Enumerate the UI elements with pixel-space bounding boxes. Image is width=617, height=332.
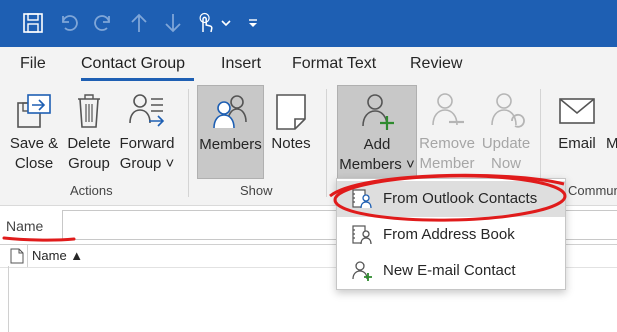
add-members-button[interactable]: Add Members ˅	[337, 85, 417, 179]
notes-button[interactable]: Notes	[266, 85, 316, 179]
save-close-label-2: Close	[14, 155, 54, 172]
show-group-label: Show	[240, 183, 273, 198]
column-divider	[27, 245, 28, 267]
email-icon	[557, 91, 597, 137]
update-now-icon	[486, 91, 526, 137]
customize-qat-icon[interactable]	[242, 10, 264, 36]
add-members-label-1: Add	[363, 136, 391, 153]
save-close-button[interactable]: Save & Close	[6, 85, 62, 179]
quick-access-toolbar	[0, 0, 617, 47]
update-now-button[interactable]: Update Now	[478, 85, 534, 179]
list-body-divider	[8, 266, 9, 332]
notes-icon	[273, 91, 309, 137]
group-divider	[188, 89, 189, 197]
forward-group-label-2: Group ˅	[119, 155, 175, 172]
forward-group-label-1: Forward	[119, 135, 175, 152]
email-button[interactable]: Email	[552, 85, 602, 179]
ribbon-tabs: File Contact Group Insert Format Text Re…	[0, 47, 617, 83]
save-close-icon	[14, 91, 54, 137]
forward-group-button[interactable]: Forward Group ˅	[117, 85, 177, 179]
redo-icon[interactable]	[90, 10, 116, 36]
name-label: Name	[6, 218, 44, 234]
menu-item-from-outlook-contacts[interactable]: From Outlook Contacts	[337, 181, 565, 217]
members-icon	[211, 92, 251, 138]
members-button[interactable]: Members	[197, 85, 264, 179]
update-now-label-1: Update	[481, 135, 531, 152]
delete-group-button[interactable]: Delete Group	[64, 85, 114, 179]
delete-group-label-1: Delete	[67, 135, 111, 152]
group-divider	[326, 89, 327, 197]
save-close-label-1: Save &	[9, 135, 59, 152]
update-now-label-2: Now	[490, 155, 521, 172]
remove-member-label-1: Remove	[419, 135, 475, 152]
add-members-label-2: Members ˅	[339, 156, 415, 173]
outlook-contacts-icon	[351, 188, 373, 214]
undo-icon[interactable]	[56, 10, 82, 36]
tab-insert[interactable]: Insert	[221, 55, 261, 73]
up-arrow-icon[interactable]	[126, 10, 152, 36]
menu-item-from-address-book[interactable]: From Address Book	[337, 217, 565, 253]
delete-group-label-2: Group	[68, 155, 110, 172]
remove-member-label-2: Member	[419, 155, 475, 172]
communicate-group-label: Commun	[568, 183, 617, 198]
touch-mode-icon[interactable]	[192, 10, 218, 36]
active-tab-indicator	[81, 78, 194, 81]
down-arrow-icon[interactable]	[160, 10, 186, 36]
add-members-icon	[357, 92, 397, 138]
email-label: Email	[558, 135, 596, 152]
column-header-name[interactable]: Name ▲	[32, 248, 83, 263]
meeting-label-partial: M	[606, 135, 617, 152]
chevron-down-icon[interactable]	[216, 10, 236, 36]
forward-group-icon	[127, 91, 167, 137]
document-icon	[10, 248, 24, 269]
menu-item-label: From Outlook Contacts	[383, 190, 538, 207]
address-book-icon	[351, 224, 373, 250]
tab-review[interactable]: Review	[410, 55, 462, 73]
notes-label: Notes	[271, 135, 311, 152]
tab-format-text[interactable]: Format Text	[292, 55, 376, 73]
new-contact-icon	[351, 260, 373, 286]
menu-item-new-email-contact[interactable]: New E-mail Contact	[337, 253, 565, 289]
save-icon[interactable]	[20, 10, 46, 36]
actions-group-label: Actions	[70, 183, 113, 198]
members-label: Members	[199, 136, 262, 153]
tab-contact-group[interactable]: Contact Group	[81, 55, 185, 73]
remove-member-icon	[427, 91, 467, 137]
trash-icon	[73, 91, 105, 137]
menu-item-label: New E-mail Contact	[383, 262, 516, 279]
remove-member-button[interactable]: Remove Member	[418, 85, 476, 179]
add-members-menu: From Outlook Contacts From Address Book …	[336, 178, 566, 290]
menu-item-label: From Address Book	[383, 226, 515, 243]
tab-file[interactable]: File	[20, 55, 46, 73]
meeting-button-partial[interactable]: M	[604, 85, 617, 179]
